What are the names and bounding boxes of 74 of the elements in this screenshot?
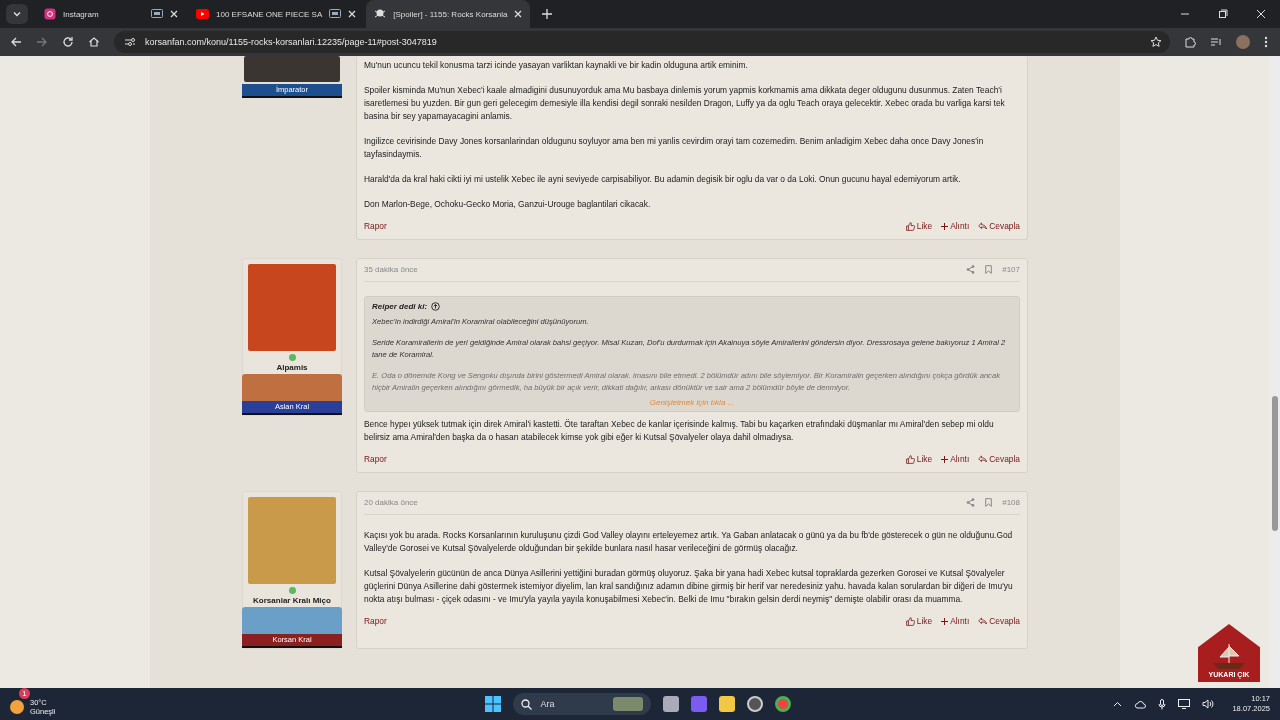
tab-list-button[interactable] xyxy=(6,4,28,24)
microphone-icon[interactable] xyxy=(1158,698,1167,710)
post-paragraph: Bence hypeı yüksek tutmak için direk Amiral'i kastetti. Öte taraftan Xebec de kanlar içerisinde kalmış. Tabi bu kaçarken etrafındaki düşmanlar mı Amiral'den sebep mi oldu belirsiz ama Amiral'den başka da o hasarı atabilecek kimse yok gibi eğer ki Kutsal Şövalyeler olaya dahil olmadıysa. xyxy=(364,418,995,444)
sun-icon xyxy=(10,699,24,714)
taskbar-search-field[interactable]: Ara xyxy=(513,693,652,715)
monitor-icon[interactable] xyxy=(1178,699,1191,709)
forward-arrow-icon[interactable] xyxy=(36,36,48,48)
cloud-icon[interactable] xyxy=(1134,699,1147,709)
chevron-down-icon xyxy=(12,9,22,19)
quote-author[interactable]: Reiper dedi ki: xyxy=(372,302,428,311)
playlist-icon[interactable] xyxy=(1210,36,1222,48)
arrow-up-circle-icon[interactable] xyxy=(431,302,441,311)
post-action-link[interactable]: Alıntı xyxy=(941,454,970,464)
trees-picture-icon xyxy=(613,697,644,711)
browser-tab[interactable]: [Spoiler] - 1155: Rocks Korsanla xyxy=(366,0,531,28)
post-action-link[interactable]: Alıntı xyxy=(941,616,970,626)
search-icon xyxy=(521,698,533,710)
reload-icon[interactable] xyxy=(62,36,74,48)
username[interactable]: Alpamis xyxy=(276,363,308,372)
reply-arrow-icon xyxy=(978,222,988,230)
back-arrow-icon[interactable] xyxy=(10,36,22,48)
username[interactable]: Korsanlar Kralı Miço xyxy=(253,596,331,605)
thumbs-up-icon xyxy=(905,454,915,464)
close-icon[interactable] xyxy=(170,10,178,18)
profile-avatar[interactable] xyxy=(1236,35,1250,49)
bookmark-star-icon[interactable] xyxy=(1150,36,1162,48)
post-paragraph: Kutsal Şövalyelerin gücünün de anca Dünya Asillerini yettiğini buradan görmüş oluyoruz. Şaka bir yana hadi Xebec kutsal topraklarda gezerken Gorosei ve Kutsal Şövalyeler güçlerini Dünya Asillerine dahi göstermek istemiyor diyelim, lan kral sandığınız adamın dibine girmiş bir herif var neredesiniz yahu. havada kalan sorulardan bir diğeri de Imu'yu nokta atışı bulması - çiçek odasını - ve Imu'yla yayıla yayıla konuşabilmesi Xebec'in. Belki de Imu "bırakın gelsin derdi neymiş" demişte olabilir orası da muamma. xyxy=(364,567,1014,606)
thumbs-up-icon xyxy=(905,221,915,231)
close-icon[interactable] xyxy=(348,10,357,18)
post-action-link[interactable]: Alıntı xyxy=(941,221,970,231)
chevron-up-icon[interactable] xyxy=(1113,701,1123,707)
home-icon[interactable] xyxy=(88,36,100,48)
post-paragraph: Ingilizce cevirisinde Davy Jones korsanlarindan oldugunu soyluyor ama ben mi yanlis cevirdim orayi tam cozemedim. Benim anladigim Xebec daha once Davy Jones'in tayfasindaymis. xyxy=(364,135,985,161)
post-action-link[interactable]: Cevapla xyxy=(978,454,1020,464)
more-menu-icon[interactable] xyxy=(1264,36,1268,48)
post-paragraph: Harald'da da kral haki cikti iyi mi ustelik Xebec ile ayni seviyede carpisabiliyor. Bu adamin degisik bir oglu da var o da Loki. Onun gucunu hayal edemiyorum artik. xyxy=(364,173,962,186)
plus-icon[interactable] xyxy=(542,9,553,19)
windows-start-icon[interactable] xyxy=(485,696,502,712)
post-paragraph: Spoiler kisminda Mu'nun Xebec'i kaale almadigini dusunuyorduk ama Mu basbaya dinlemis yorum yapmis korkmamis ama dikkata deger oldugunu dusunmus. Zaten Teach'i isaretlemesi bu yuzden. Bir gun geri gelecegim demesiyle illa kendisi degil sonraki nesilden Dragon, Luffy ya da oglu Teach oraya gelecektir. Xebec orada bu varliga karsi tek basina bir sey yapamayacagini anlamis. xyxy=(364,84,1006,123)
colorful-app-icon[interactable] xyxy=(691,696,708,712)
post-paragraph: Don Marlon-Bege, Ochoku-Gecko Moria, Ganzui-Urouge baglantilari cikacak. xyxy=(364,198,652,211)
post-paragraph: Mu'nun ucuncu tekil konusma tarzi icinde yasayan varliktan kaynakli ve bir kadin olduguna artik eminim. xyxy=(364,59,749,72)
play-logo-icon xyxy=(196,9,209,19)
post-action-link[interactable]: Like xyxy=(905,616,933,626)
report-link[interactable]: Rapor xyxy=(364,221,387,231)
reply-arrow-icon xyxy=(978,617,988,625)
restore-icon[interactable] xyxy=(1218,9,1228,19)
browser-tab[interactable]: Instagram xyxy=(36,0,186,28)
report-link[interactable]: Rapor xyxy=(364,454,387,464)
close-icon[interactable] xyxy=(514,10,523,18)
close-icon[interactable] xyxy=(1256,9,1266,19)
thumbs-up-icon xyxy=(905,616,915,626)
media-icon[interactable] xyxy=(329,9,342,19)
site-settings-icon[interactable] xyxy=(124,36,136,48)
plus-icon xyxy=(941,455,949,463)
post-action-link[interactable]: Like xyxy=(905,221,933,231)
post-action-link[interactable]: Cevapla xyxy=(978,616,1020,626)
media-icon[interactable] xyxy=(151,9,163,19)
plus-icon xyxy=(941,617,949,625)
post-paragraph: Kaçısı yok bu arada. Rocks Korsanlarının kuruluşunu çizdi God Valley olayını erteleyemez artık. Ya Gaban anlatacak o günü ya da bu fb'de gösterecek o gün ne olduğunu.God Valley'de Gorosei ve Kutsal Şövalyelerde olduğundan bir şekilde bunlara nasıl hasar verileceğini de görmüş olacağız. xyxy=(364,529,1014,555)
share-icon[interactable] xyxy=(966,265,976,274)
browser-tab[interactable]: 100 EFSANE ONE PIECE SA xyxy=(188,0,365,28)
reply-arrow-icon xyxy=(978,455,988,463)
plus-icon xyxy=(941,222,949,230)
share-icon[interactable] xyxy=(966,498,976,507)
speaker-icon[interactable] xyxy=(1202,699,1215,709)
address-bar[interactable]: korsanfan.com/konu/1155-rocks-korsanlari.12235/page-11#post-3047819 xyxy=(114,31,1170,53)
post-action-link[interactable]: Like xyxy=(905,454,933,464)
notification-badge: 1 xyxy=(19,687,30,699)
report-link[interactable]: Rapor xyxy=(364,616,387,626)
circle-app-icon[interactable] xyxy=(747,696,764,712)
camera-logo-icon xyxy=(44,8,56,20)
post-action-link[interactable]: Cevapla xyxy=(978,221,1020,231)
skull-icon xyxy=(374,8,387,20)
